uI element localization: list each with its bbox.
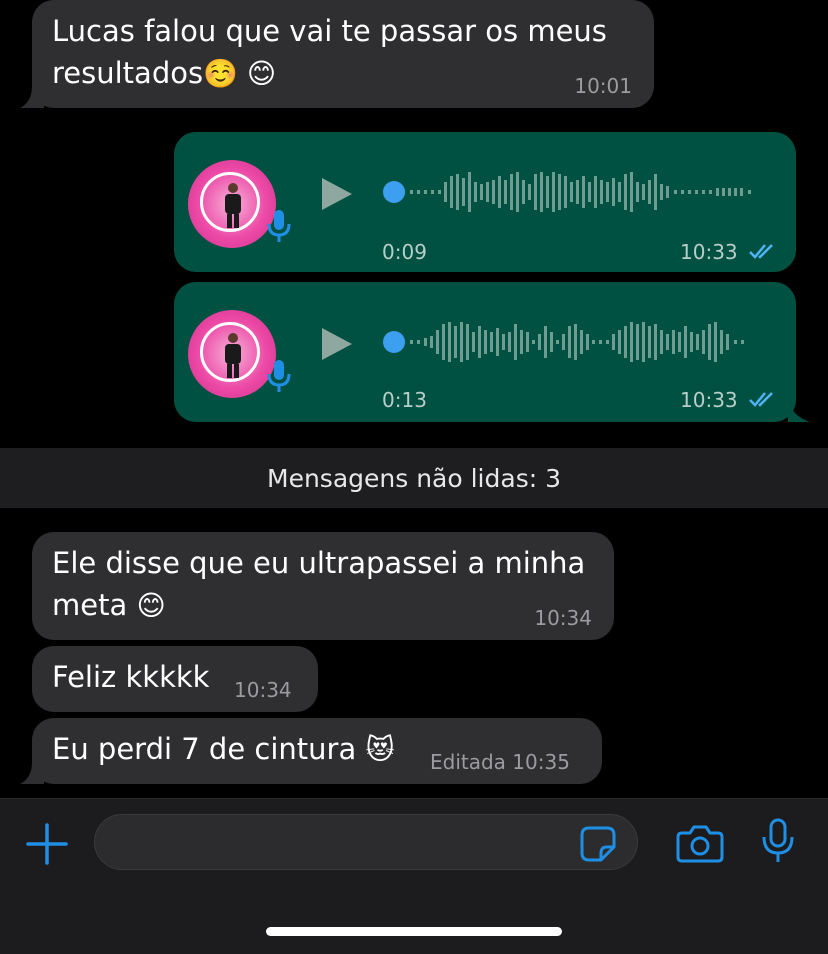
message-time: 10:35 <box>512 750 570 774</box>
unread-separator: Mensagens não lidas: 3 <box>0 448 828 508</box>
plus-icon[interactable] <box>26 823 68 865</box>
message-time: 10:33 <box>680 240 738 264</box>
message-input[interactable] <box>94 814 638 870</box>
bubble-tail <box>20 86 44 108</box>
message-time: 10:33 <box>680 388 738 412</box>
bubble-tail <box>20 762 44 784</box>
edited-label: Editada <box>430 750 506 774</box>
person-figure <box>225 183 241 228</box>
message-text: Eu perdi 7 de cintura 😻 <box>52 732 395 766</box>
play-icon[interactable] <box>320 176 354 212</box>
message-edited-time: Editada 10:35 <box>430 750 570 774</box>
emoji: 😊 <box>136 589 166 622</box>
message-text: Feliz kkkkk <box>52 660 210 694</box>
play-icon[interactable] <box>320 326 354 362</box>
sender-avatar <box>188 160 276 248</box>
read-ticks-icon <box>749 244 773 259</box>
emoji: ☺️ 😊 <box>203 57 277 90</box>
incoming-message-3[interactable]: Feliz kkkkk 10:34 <box>32 646 318 712</box>
waveform[interactable] <box>380 170 770 214</box>
emoji: 😻 <box>365 733 395 766</box>
message-time: 10:34 <box>234 678 292 702</box>
bubble-tail <box>788 400 810 422</box>
sticker-icon[interactable] <box>579 825 617 863</box>
composer-bar <box>0 798 828 954</box>
voice-message-2[interactable]: 0:13 10:33 <box>174 282 796 422</box>
mic-icon <box>267 210 291 242</box>
voice-duration: 0:09 <box>382 240 427 264</box>
message-time: 10:34 <box>534 606 592 630</box>
message-time: 10:01 <box>574 74 632 98</box>
message-text: Ele disse que eu ultrapassei a minha met… <box>52 546 586 622</box>
voice-message-1[interactable]: 0:09 10:33 <box>174 132 796 272</box>
waveform[interactable] <box>380 320 770 364</box>
incoming-message-2[interactable]: Ele disse que eu ultrapassei a minha met… <box>32 532 614 640</box>
person-figure <box>225 333 241 378</box>
mic-icon[interactable] <box>760 817 796 865</box>
sender-avatar <box>188 310 276 398</box>
message-text: Lucas falou que vai te passar os meus re… <box>52 14 607 90</box>
voice-duration: 0:13 <box>382 388 427 412</box>
incoming-message-1[interactable]: Lucas falou que vai te passar os meus re… <box>32 0 654 108</box>
read-ticks-icon <box>749 392 773 407</box>
incoming-message-4[interactable]: Eu perdi 7 de cintura 😻 Editada 10:35 <box>32 718 602 784</box>
mic-icon <box>267 360 291 392</box>
unread-separator-label: Mensagens não lidas: 3 <box>267 463 561 493</box>
home-indicator <box>266 927 562 936</box>
camera-icon[interactable] <box>676 823 724 863</box>
